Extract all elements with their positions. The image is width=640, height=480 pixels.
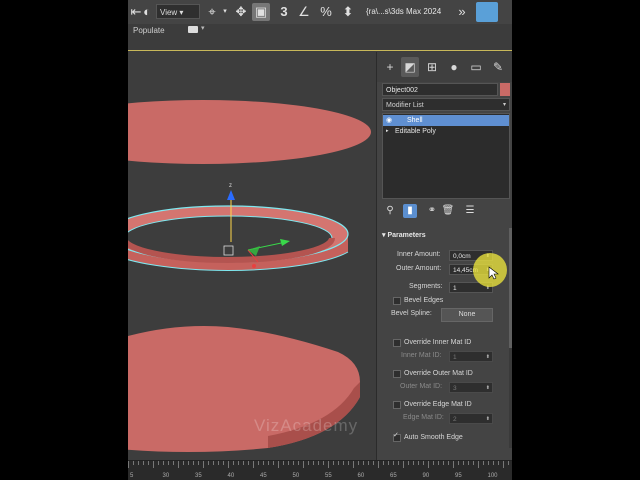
timeline-tick-label: 55 [325,473,332,479]
timeline-tick [128,461,129,468]
timeline-tick [218,461,219,465]
timeline-tick-label: 40 [227,473,235,479]
timeline-tick-label: 65 [390,473,397,479]
timeline-tick [163,461,164,465]
timeline-tick [288,461,289,465]
timeline-tick [193,461,194,465]
timeline-tick [138,461,139,465]
cursor-overlay [473,253,507,287]
timeline-tick [323,461,324,465]
app-window: ⇤ ◐ View ▾ ⌖ ▾ ✥ ▣ 3 ∠ % ⬍ {ra\...s\3ds … [128,0,512,480]
timeline-tick-label: 45 [260,473,267,479]
timeline-tick [313,461,314,465]
timeline-tick [243,461,244,465]
timeline-tick [148,461,149,465]
timeline-tick [303,461,304,468]
timeline-tick [393,461,394,465]
timeline-tick [328,461,329,468]
timeline-tick [398,461,399,465]
timeline-tick [463,461,464,465]
timeline-tick-label: 5 [130,473,134,479]
timeline-tick [238,461,239,465]
timeline-tick [388,461,389,465]
timeline-tick-label: 90 [422,473,430,479]
timeline-tick [263,461,264,465]
timeline-tick-label: 95 [455,473,462,479]
timeline-tick [343,461,344,465]
timeline-tick [253,461,254,468]
timeline-tick [438,461,439,465]
timeline-tick [413,461,414,465]
timeline-tick [298,461,299,465]
timeline-tick [233,461,234,465]
timeline-tick [198,461,199,465]
timeline-tick [483,461,484,465]
timeline-tick [363,461,364,465]
timeline-tick [183,461,184,465]
timeline-tick [188,461,189,465]
timeline-tick [348,461,349,465]
timeline-tick [493,461,494,465]
timeline-tick [133,461,134,465]
timeline-tick [293,461,294,465]
timeline-tick [228,461,229,468]
timeline-tick [473,461,474,465]
timeline-tick [498,461,499,465]
timeline-tick [143,461,144,465]
timeline-tick [268,461,269,465]
timeline-tick [423,461,424,465]
timeline-tick [448,461,449,465]
timeline-tick [378,461,379,468]
timeline-tick-label: 30 [162,473,170,479]
timeline-tick [468,461,469,465]
timeline-tick [443,461,444,465]
timeline-tick [173,461,174,465]
timeline-tick [338,461,339,465]
timeline-tick [283,461,284,465]
timeline-tick-label: 35 [195,473,202,479]
timeline-tick [453,461,454,468]
timeline-tick [278,461,279,468]
timeline-tick [178,461,179,468]
timeline-tick [213,461,214,465]
timeline-tick [418,461,419,465]
timeline-tick [308,461,309,465]
timeline-tick [383,461,384,465]
timeline-tick [168,461,169,465]
timeline-tick [258,461,259,465]
timeline-tick-label: 60 [357,473,365,479]
timeline-tick [248,461,249,465]
timeline-tick [353,461,354,468]
timeline-tick [158,461,159,465]
timeline-tick [358,461,359,465]
timeline-tick [333,461,334,465]
timeline-tick [203,461,204,468]
timeline-tick-label: 50 [292,473,300,479]
timeline-tick [153,461,154,468]
timeline-tick [318,461,319,465]
timeline-tick [503,461,504,468]
timeline-tick [368,461,369,465]
timeline-tick-label: 100 [487,473,498,479]
timeline-tick [428,461,429,468]
timeline-tick [373,461,374,465]
timeline-tick [458,461,459,465]
timeline-ruler[interactable]: 5 30 35 40 45 50 55 60 65 90 95 100 [128,460,512,480]
timeline-tick [433,461,434,465]
timeline-tick [408,461,409,465]
timeline-tick [508,461,509,465]
timeline-tick [488,461,489,465]
timeline-tick [273,461,274,465]
timeline-tick [478,461,479,468]
timeline-tick [403,461,404,468]
timeline-tick [223,461,224,465]
timeline-tick [208,461,209,465]
